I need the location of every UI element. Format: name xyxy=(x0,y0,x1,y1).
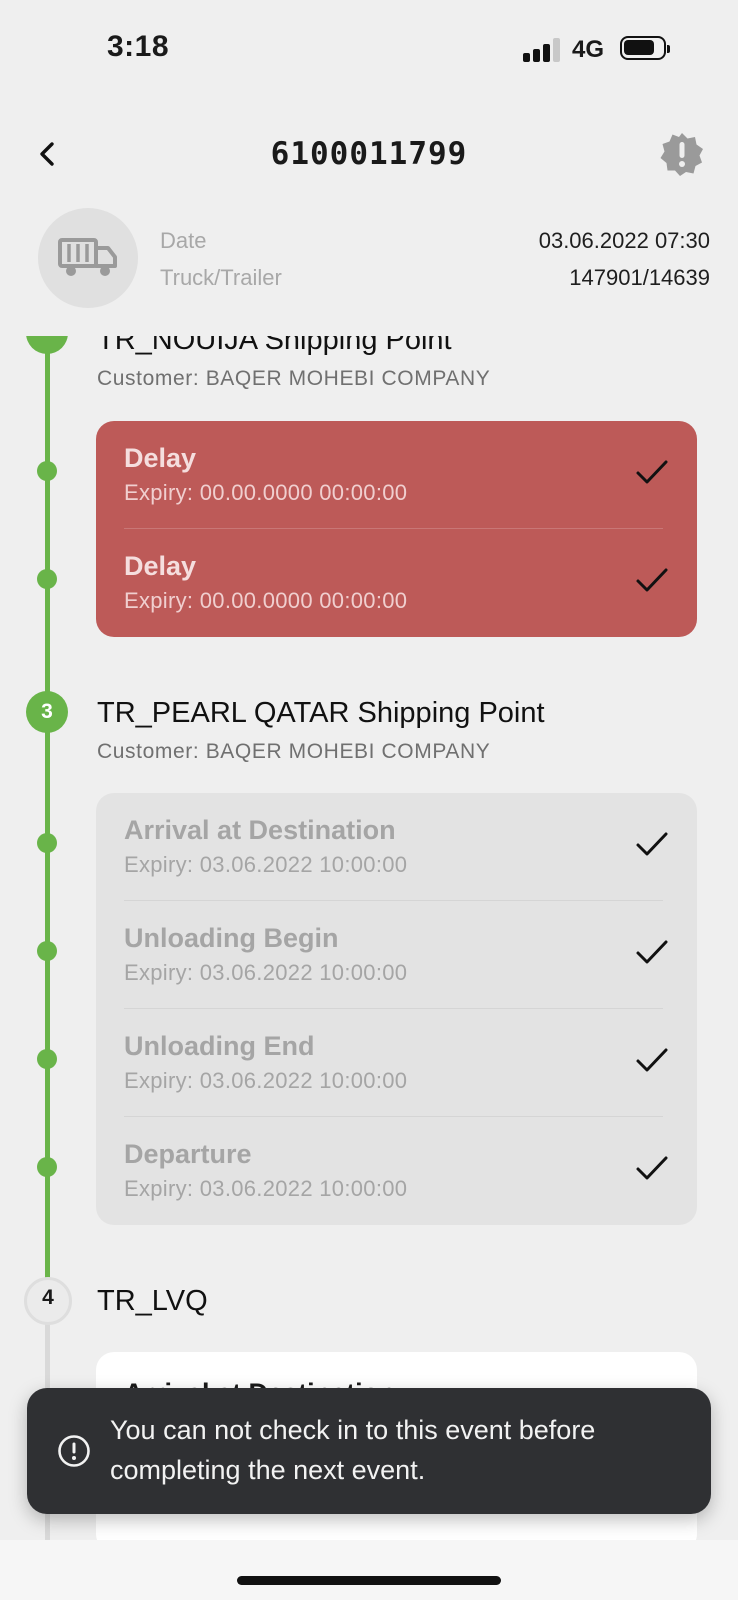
page-title: 6100011799 xyxy=(270,136,468,172)
event-row[interactable]: Unloading Begin Expiry: 03.06.2022 10:00… xyxy=(124,923,669,986)
check-icon xyxy=(636,568,668,592)
check-icon xyxy=(636,1156,668,1180)
divider xyxy=(124,900,663,901)
divider xyxy=(124,528,663,529)
chevron-left-icon xyxy=(40,142,54,166)
status-time: 3:18 xyxy=(107,30,170,63)
divider xyxy=(124,1008,663,1009)
stop-events-card: Arrival at Destination Expiry: 03.06.202… xyxy=(96,793,697,1225)
toast-text: You can not check in to this event befor… xyxy=(110,1415,596,1485)
stop-title: TR_PEARL QATAR Shipping Point xyxy=(97,697,545,729)
timeline-scroll[interactable]: TR_NOUIJA Shipping Point Customer: BAQER… xyxy=(0,336,738,1540)
event-expiry: Expiry: 03.06.2022 10:00:00 xyxy=(124,1176,408,1201)
check-icon xyxy=(636,832,668,856)
timeline-dot xyxy=(37,1157,57,1177)
event-name: Unloading End xyxy=(124,1031,315,1061)
back-button[interactable] xyxy=(30,136,66,172)
divider xyxy=(124,1116,663,1117)
date-label: Date xyxy=(160,228,207,253)
event-row[interactable]: Arrival at Destination Expiry: 03.06.202… xyxy=(124,815,669,878)
event-row[interactable]: Delay Expiry: 00.00.0000 00:00:00 xyxy=(124,443,669,506)
stop-title: TR_LVQ xyxy=(97,1285,208,1317)
stop-number-badge: 3 xyxy=(26,691,68,733)
stop-marker xyxy=(26,336,68,354)
event-row[interactable]: Unloading End Expiry: 03.06.2022 10:00:0… xyxy=(124,1031,669,1094)
event-expiry: Expiry: 03.06.2022 10:00:00 xyxy=(124,960,408,985)
truck-icon xyxy=(58,238,117,276)
event-name: Delay xyxy=(124,551,197,581)
stop-customer: Customer: BAQER MOHEBI COMPANY xyxy=(97,740,491,763)
timeline-dot xyxy=(37,1049,57,1069)
event-name: Unloading Begin xyxy=(124,923,339,953)
network-type: 4G xyxy=(572,36,605,63)
event-name: Delay xyxy=(124,443,197,473)
delay-events-card: Delay Expiry: 00.00.0000 00:00:00 Delay … xyxy=(96,421,697,637)
event-row[interactable]: Departure Expiry: 03.06.2022 10:00:00 xyxy=(124,1139,669,1202)
stop-customer: Customer: BAQER MOHEBI COMPANY xyxy=(97,367,491,390)
timeline-dot xyxy=(37,569,57,589)
timeline-dot xyxy=(37,941,57,961)
toast-message[interactable]: You can not check in to this event befor… xyxy=(27,1388,711,1514)
timeline-dot xyxy=(37,461,57,481)
alert-badge-button[interactable] xyxy=(660,132,704,176)
event-expiry: Expiry: 00.00.0000 00:00:00 xyxy=(124,480,408,505)
home-indicator[interactable] xyxy=(237,1576,501,1585)
event-expiry: Expiry: 00.00.0000 00:00:00 xyxy=(124,588,408,613)
signal-icon xyxy=(523,38,563,62)
event-expiry: Expiry: 03.06.2022 10:00:00 xyxy=(124,852,408,877)
event-name: Arrival at Destination xyxy=(124,815,396,845)
check-icon xyxy=(636,940,668,964)
bottom-safe-area xyxy=(0,1540,738,1600)
truck-avatar xyxy=(38,208,138,308)
date-value: 03.06.2022 07:30 xyxy=(538,228,710,253)
truck-trailer-value: 147901/14639 xyxy=(569,265,710,290)
exclamation-circle-icon xyxy=(58,1435,90,1467)
event-name: Departure xyxy=(124,1139,252,1169)
alert-badge-icon xyxy=(660,133,703,176)
check-icon xyxy=(636,460,668,484)
battery-icon xyxy=(620,36,670,60)
event-row[interactable]: Delay Expiry: 00.00.0000 00:00:00 xyxy=(124,551,669,614)
stop-title: TR_NOUIJA Shipping Point xyxy=(97,336,452,356)
truck-trailer-label: Truck/Trailer xyxy=(160,265,282,290)
stop-number-badge: 4 xyxy=(24,1277,72,1325)
timeline-dot xyxy=(37,833,57,853)
check-icon xyxy=(636,1048,668,1072)
event-expiry: Expiry: 03.06.2022 10:00:00 xyxy=(124,1068,408,1093)
